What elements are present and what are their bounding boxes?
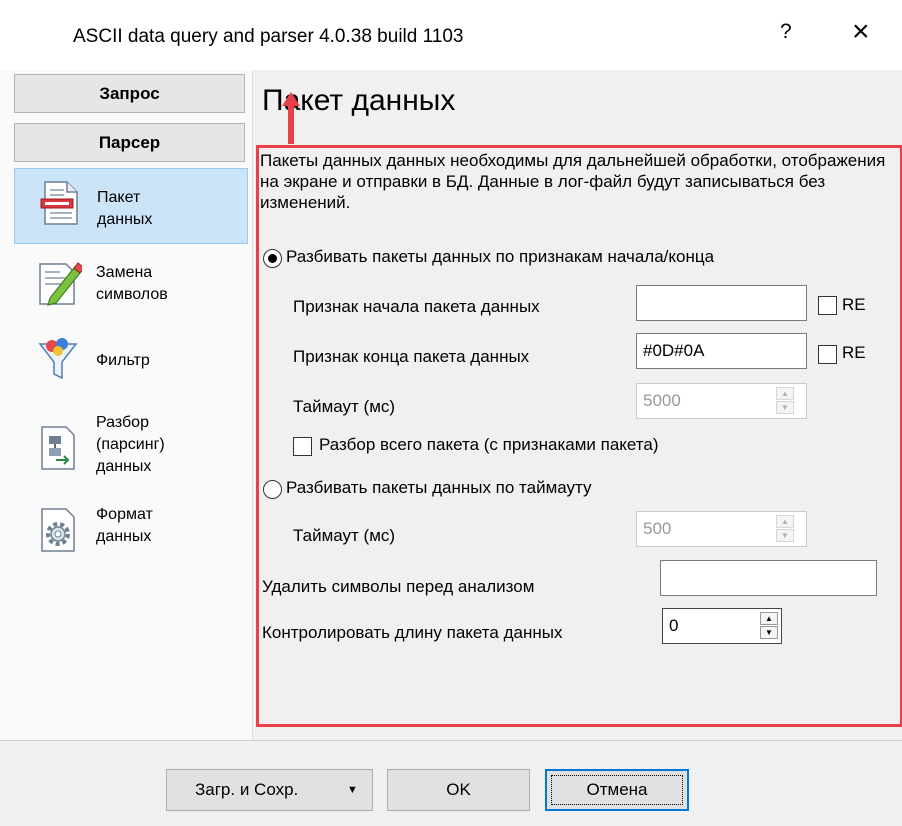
spin-up-icon[interactable]: ▲ [776, 387, 794, 400]
sidebar-item-label: Формат данных [96, 506, 153, 545]
end-marker-label: Признак конца пакета данных [293, 347, 530, 366]
data-packet-icon [40, 181, 78, 225]
end-marker-re-label: RE [842, 343, 866, 362]
focus-rectangle [551, 775, 683, 805]
timeout-spinner[interactable]: ▲ ▼ [776, 386, 794, 416]
help-button[interactable]: ? [780, 20, 792, 44]
end-marker-input[interactable] [636, 333, 807, 369]
radio-split-by-timeout[interactable] [263, 480, 282, 499]
timeout2-spinner[interactable]: ▲ ▼ [776, 514, 794, 544]
spin-down-icon[interactable]: ▼ [760, 626, 778, 639]
start-marker-re-label: RE [842, 295, 866, 314]
end-marker-re-checkbox[interactable] [818, 345, 837, 364]
group-parser-button[interactable]: Парсер [14, 123, 245, 162]
start-marker-re-checkbox[interactable] [818, 296, 837, 315]
parser-icon [41, 426, 75, 470]
start-marker-input[interactable] [636, 285, 807, 321]
sidebar: Запрос Парсер Пакет данных Замена символ… [0, 70, 253, 740]
title-bar: ASCII data query and parser 4.0.38 build… [0, 0, 902, 70]
radio-split-by-timeout-label: Разбивать пакеты данных по таймауту [286, 478, 592, 497]
description-text: Пакеты данных данных необходимы для даль… [260, 151, 886, 212]
sidebar-item-label: Разбор (парсинг) данных [96, 414, 165, 475]
timeout2-label: Таймаут (мс) [293, 526, 396, 545]
remove-chars-input[interactable] [660, 560, 877, 596]
filter-funnel-icon [38, 338, 78, 380]
dialog-window: ASCII data query and parser 4.0.38 build… [0, 0, 902, 826]
ok-button[interactable]: OK [387, 769, 530, 811]
sidebar-item-char-replace[interactable]: Замена символов [14, 250, 248, 320]
spin-up-icon[interactable]: ▲ [760, 612, 778, 625]
group-query-button[interactable]: Запрос [14, 74, 245, 113]
cancel-button[interactable]: Отмена [545, 769, 689, 811]
load-save-label: Загр. и Сохр. [195, 780, 299, 799]
close-button[interactable]: × [852, 14, 870, 50]
sidebar-item-label: Фильтр [96, 352, 150, 369]
pencil-replace-icon [39, 262, 82, 306]
radio-split-by-markers-label: Разбивать пакеты данных по признакам нач… [286, 247, 715, 266]
annotation-arrow-icon [282, 92, 300, 144]
parse-whole-packet-checkbox[interactable] [293, 437, 312, 456]
sidebar-item-label: Пакет данных [97, 189, 153, 228]
remove-chars-label: Удалить символы перед анализом [262, 577, 535, 596]
window-title: ASCII data query and parser 4.0.38 build… [73, 26, 464, 47]
spin-down-icon[interactable]: ▼ [776, 529, 794, 542]
sidebar-item-label: Замена символов [96, 264, 168, 303]
load-save-dropdown-button[interactable]: Загр. и Сохр. ▼ [166, 769, 373, 811]
dialog-client-area: Запрос Парсер Пакет данных Замена символ… [0, 70, 902, 740]
sidebar-item-data-packet[interactable]: Пакет данных [14, 168, 248, 244]
radio-split-by-markers[interactable] [263, 249, 282, 268]
spin-down-icon[interactable]: ▼ [776, 401, 794, 414]
length-control-label: Контролировать длину пакета данных [262, 623, 563, 642]
timeout-label: Таймаут (мс) [293, 397, 396, 416]
length-control-spinner[interactable]: ▲ ▼ [760, 611, 778, 641]
spin-up-icon[interactable]: ▲ [776, 515, 794, 528]
sidebar-item-data-format[interactable]: Формат данных [14, 498, 248, 568]
parse-whole-packet-label: Разбор всего пакета (с признаками пакета… [319, 435, 659, 454]
sidebar-item-parsing[interactable]: Разбор (парсинг) данных [14, 406, 248, 492]
start-marker-label: Признак начала пакета данных [293, 297, 540, 316]
button-bar: Загр. и Сохр. ▼ OK Отмена [0, 740, 902, 826]
gear-format-icon [41, 508, 75, 552]
dropdown-arrow-icon: ▼ [347, 784, 358, 796]
sidebar-item-filter[interactable]: Фильтр [14, 328, 248, 398]
